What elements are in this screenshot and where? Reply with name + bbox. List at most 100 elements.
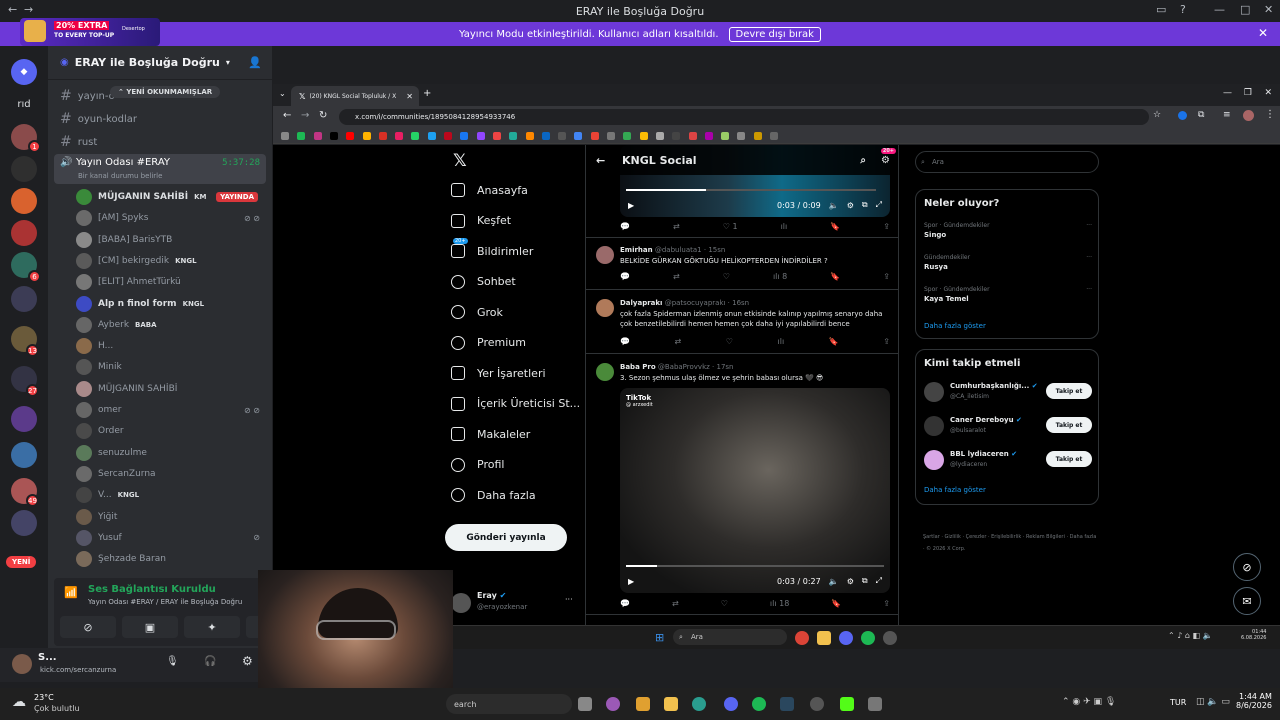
bookmark-favicon-icon[interactable] xyxy=(704,132,713,140)
tray-icons[interactable]: ⌃ ◉ ✈ ▣ 🎙 xyxy=(1062,697,1116,707)
extension-icon[interactable] xyxy=(1178,111,1187,120)
avatar[interactable] xyxy=(76,316,92,333)
like-icon[interactable]: ♡ xyxy=(721,599,728,608)
bookmark-favicon-icon[interactable] xyxy=(558,132,567,140)
bookmark-favicon-icon[interactable] xyxy=(444,132,452,140)
bookmark-favicon-icon[interactable] xyxy=(460,132,469,140)
fullscreen-icon[interactable]: ⤢ xyxy=(876,576,882,586)
bookmark-favicon-icon[interactable] xyxy=(427,132,436,140)
voice-channel-active[interactable]: 🔊 Yayın Odası #ERAY 5:37:28 Bir kanal du… xyxy=(54,154,266,184)
url-input[interactable]: x.com/i/communities/1895084128954933746 xyxy=(339,109,1149,125)
voice-user[interactable]: Yiğit xyxy=(76,507,266,527)
system-clock[interactable]: 1:44 AM 8/6/2026 xyxy=(1236,692,1272,710)
headphones-icon[interactable]: 🎧 xyxy=(204,656,216,667)
video-progress-track[interactable] xyxy=(626,565,884,567)
extensions-puzzle-icon[interactable]: ⧉ xyxy=(1198,110,1204,120)
minimize-icon[interactable]: — xyxy=(1214,3,1225,16)
tweet[interactable]: Dalyaprakı @patsocuyaprakı · 16sn çok fa… xyxy=(586,291,898,354)
file-explorer-icon[interactable] xyxy=(664,697,678,711)
bookmark-icon[interactable]: 🔖 xyxy=(829,337,839,346)
trend-item[interactable]: Spor · Gündemdekiler Singo ··· xyxy=(924,222,1092,239)
minimize-icon[interactable]: — xyxy=(1223,88,1232,98)
new-unreads-pill[interactable]: ⌃ YENİ OKUNMAMIŞLAR xyxy=(110,86,221,98)
views-icon[interactable]: ılı xyxy=(781,222,788,231)
server-icon[interactable] xyxy=(11,510,37,536)
server-icon[interactable] xyxy=(11,442,37,468)
views-icon[interactable]: ılı 18 xyxy=(770,599,789,608)
task-view-icon[interactable] xyxy=(578,697,592,711)
voice-user[interactable]: Ayberk BABA xyxy=(76,315,266,335)
bookmark-favicon-icon[interactable] xyxy=(770,132,778,140)
new-badge[interactable]: YENİ xyxy=(6,556,37,568)
close-tab-icon[interactable]: ✕ xyxy=(406,92,413,101)
like-icon[interactable]: ♡ 1 xyxy=(723,222,738,231)
pip-icon[interactable]: ⧉ xyxy=(862,576,868,586)
avatar[interactable] xyxy=(12,654,32,674)
bookmark-favicon-icon[interactable] xyxy=(281,132,289,140)
post-button[interactable]: Gönderi yayınla xyxy=(445,524,567,551)
bookmark-favicon-icon[interactable] xyxy=(525,132,534,140)
follow-show-more-link[interactable]: Daha fazla göster xyxy=(924,486,986,494)
fullscreen-icon[interactable]: ⤢ xyxy=(876,200,882,210)
avatar[interactable] xyxy=(76,444,92,461)
profile-avatar-icon[interactable] xyxy=(1243,110,1254,121)
avatar[interactable] xyxy=(924,450,944,470)
server-icon-active[interactable]: ◆ xyxy=(11,59,37,85)
menu-kebab-icon[interactable]: ⋮ xyxy=(1265,109,1275,120)
steam-icon[interactable] xyxy=(780,697,794,711)
avatar[interactable] xyxy=(596,363,614,381)
bookmark-favicon-icon[interactable] xyxy=(362,132,371,140)
messages-fab-icon[interactable]: ✉ xyxy=(1233,587,1261,615)
voice-user[interactable]: H... xyxy=(76,336,266,356)
voice-user[interactable]: [ELIT] AhmetTürkü xyxy=(76,272,266,292)
bookmark-favicon-icon[interactable] xyxy=(492,132,501,140)
search-icon[interactable]: ⌕ xyxy=(860,155,866,166)
avatar[interactable] xyxy=(76,295,92,312)
bookmark-favicon-icon[interactable] xyxy=(623,132,632,140)
server-icon[interactable] xyxy=(11,156,37,182)
share-icon[interactable]: ⇪ xyxy=(883,599,890,608)
camera-off-button[interactable]: ⊘ xyxy=(60,616,116,638)
avatar[interactable] xyxy=(76,252,92,269)
server-icon[interactable] xyxy=(11,220,37,246)
settings-gear-icon[interactable]: ⚙ xyxy=(881,155,890,166)
app-icon[interactable] xyxy=(810,697,824,711)
avatar[interactable] xyxy=(76,210,92,227)
avatar[interactable] xyxy=(924,416,944,436)
kick-icon[interactable] xyxy=(840,697,854,711)
inbox-icon[interactable]: ▭ xyxy=(1156,3,1166,16)
weather-cloud-icon[interactable]: ☁ xyxy=(12,694,26,710)
settings-gear-icon[interactable]: ⚙ xyxy=(847,201,854,210)
video-progress-track[interactable] xyxy=(626,189,876,191)
volume-icon[interactable]: 🔈 xyxy=(829,577,839,586)
avatar[interactable] xyxy=(924,382,944,402)
channel-item[interactable]: # yayın-ö xyxy=(60,88,115,104)
avatar[interactable] xyxy=(76,231,92,248)
close-banner-icon[interactable]: ✕ xyxy=(1258,26,1268,40)
bookmark-favicon-icon[interactable] xyxy=(655,132,664,140)
server-icon[interactable] xyxy=(11,406,37,432)
pip-icon[interactable]: ⧉ xyxy=(862,200,868,210)
microphone-icon[interactable]: 🎙 xyxy=(166,656,179,667)
bookmark-favicon-icon[interactable] xyxy=(721,132,730,140)
avatar[interactable] xyxy=(76,423,92,440)
bookmark-favicon-icon[interactable] xyxy=(313,132,322,140)
x-logo-icon[interactable]: 𝕏 xyxy=(453,151,467,171)
taskbar-search-input[interactable]: ⌕ Ara xyxy=(673,629,787,645)
follow-suggestion[interactable]: Cumhurbaşkanlığı... ✔ @CA_iletisim Takip… xyxy=(924,380,1092,406)
play-icon[interactable]: ▶ xyxy=(628,201,634,210)
retweet-icon[interactable]: ⇄ xyxy=(673,272,680,281)
views-icon[interactable]: ılı xyxy=(778,337,785,346)
like-icon[interactable]: ♡ xyxy=(726,337,733,346)
avatar[interactable] xyxy=(76,508,92,525)
video-player[interactable]: TikTok @ arzxedit ▶ 0:03 / 0:27 🔈 ⚙ ⧉ ⤢ xyxy=(620,388,890,593)
windows-start-icon[interactable]: ⊞ xyxy=(655,631,664,644)
back-arrow-icon[interactable]: ← xyxy=(283,110,291,121)
reload-icon[interactable]: ↻ xyxy=(319,110,327,121)
bookmark-favicon-icon[interactable] xyxy=(297,132,306,140)
bookmark-favicon-icon[interactable] xyxy=(574,132,583,140)
bookmark-favicon-icon[interactable] xyxy=(509,132,518,140)
voice-user[interactable]: MÜJGANIN SAHİBİ KM YAYINDA xyxy=(76,187,266,207)
bookmark-favicon-icon[interactable] xyxy=(329,132,338,140)
spotify-icon[interactable] xyxy=(752,697,766,711)
